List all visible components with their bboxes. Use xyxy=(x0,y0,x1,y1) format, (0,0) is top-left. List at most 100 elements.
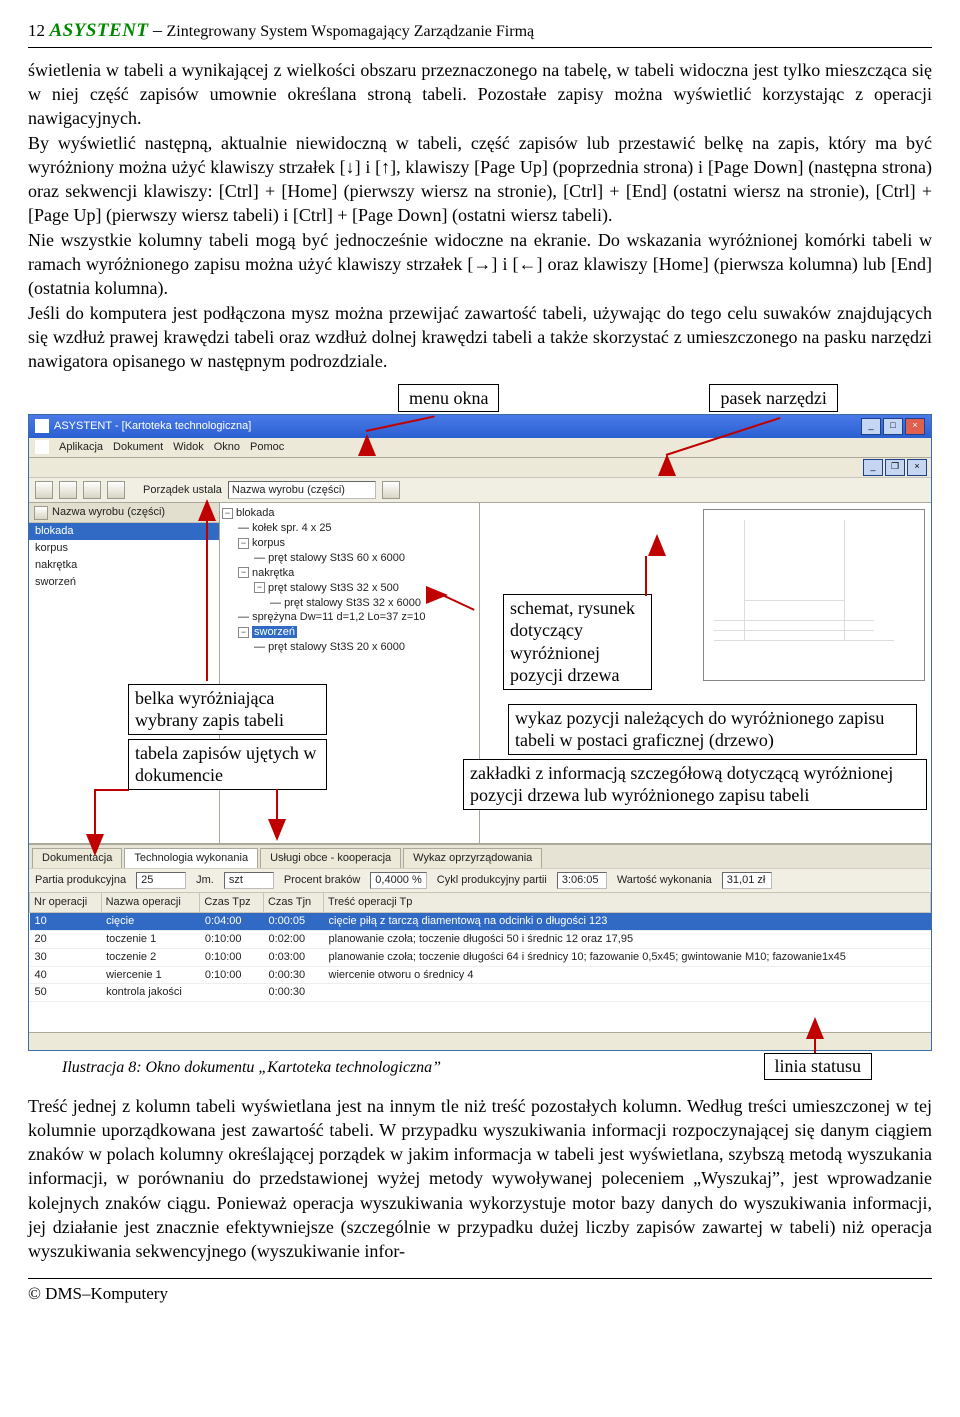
callout-schemat: schemat, rysunek dotyczący wyróżnionej p… xyxy=(503,594,652,690)
arrow-icon xyxy=(198,499,216,521)
unit-value[interactable]: szt xyxy=(224,872,274,889)
drawing-image xyxy=(704,510,924,680)
tree-item[interactable]: — pręt stalowy St3S 60 x 6000 xyxy=(254,551,477,566)
callout-menu: menu okna xyxy=(398,384,499,412)
table-row[interactable]: 30toczenie 20:10:000:03:00planowanie czo… xyxy=(30,948,931,966)
page-header: 12 ASYSTENT – Zintegrowany System Wspoma… xyxy=(28,18,932,48)
batch-value[interactable]: 25 xyxy=(136,872,186,889)
table-row[interactable]: 40wiercenie 10:10:000:00:30wiercenie otw… xyxy=(30,966,931,984)
left-pane: Nazwa wyrobu (części) blokada korpus nak… xyxy=(29,503,220,843)
tab-technologia[interactable]: Technologia wykonania xyxy=(124,848,258,868)
menu-bar[interactable]: Aplikacja Dokument Widok Okno Pomoc xyxy=(29,438,931,458)
menu-help[interactable]: Pomoc xyxy=(250,440,284,455)
title-bar[interactable]: ASYSTENT - [Kartoteka technologiczna] _ … xyxy=(29,415,931,438)
cycle-label: Cykl produkcyjny partii xyxy=(437,873,547,888)
nav-next-icon[interactable] xyxy=(83,481,101,499)
menu-app[interactable]: Aplikacja xyxy=(59,440,103,455)
menu-window[interactable]: Okno xyxy=(214,440,240,455)
col-tjn[interactable]: Czas Tjn xyxy=(263,893,323,913)
batch-label: Partia produkcyjna xyxy=(35,873,126,888)
mdi-button-bar: _ ❐ × xyxy=(29,458,931,478)
col-nazwa[interactable]: Nazwa operacji xyxy=(101,893,200,913)
nav-prev-icon[interactable] xyxy=(59,481,77,499)
tab-wykaz[interactable]: Wykaz oprzyrządowania xyxy=(403,848,542,868)
list-item[interactable]: korpus xyxy=(29,540,219,557)
col-tresc[interactable]: Treść operacji Tp xyxy=(324,893,931,913)
table-row[interactable]: 20toczenie 10:10:000:02:00planowanie czo… xyxy=(30,930,931,948)
cycle-value: 3:06:05 xyxy=(557,872,607,889)
tree-item[interactable]: −korpus xyxy=(238,536,477,551)
tree-item-selected[interactable]: −sworzeń xyxy=(238,625,477,640)
callout-wykaz: wykaz pozycji należących do wyróżnionego… xyxy=(508,704,917,755)
value-value: 31,01 zł xyxy=(722,872,772,889)
nav-first-icon[interactable] xyxy=(35,481,53,499)
callout-belka: belka wyróżniająca wybrany zapis tabeli xyxy=(128,684,327,735)
window-title: ASYSTENT - [Kartoteka technologiczna] xyxy=(54,419,251,434)
detail-row: Partia produkcyjna 25 Jm. szt Procent br… xyxy=(29,868,931,892)
list-item[interactable]: sworzeń xyxy=(29,574,219,591)
product-name: ASYSTENT xyxy=(50,20,149,41)
reject-value[interactable]: 0,4000 % xyxy=(370,872,426,889)
callout-toolbar: pasek narzędzi xyxy=(709,384,837,412)
col-tpz[interactable]: Czas Tpz xyxy=(200,893,264,913)
annotation-line xyxy=(94,789,129,791)
list-item[interactable]: nakrętka xyxy=(29,557,219,574)
unit-label: Jm. xyxy=(196,873,214,888)
list-item[interactable]: blokada xyxy=(29,523,219,540)
arrow-icon xyxy=(268,819,286,841)
order-field[interactable]: Nazwa wyrobu (części) xyxy=(228,481,376,500)
figure-caption: Ilustracja 8: Okno dokumentu „Kartoteka … xyxy=(62,1057,441,1079)
tree-pane[interactable]: −blokada — kołek spr. 4 x 25 −korpus — p… xyxy=(220,503,480,843)
tree-item[interactable]: — pręt stalowy St3S 20 x 6000 xyxy=(254,640,477,655)
drawing-preview xyxy=(703,509,925,681)
dropdown-icon[interactable] xyxy=(382,481,400,499)
menu-doc[interactable]: Dokument xyxy=(113,440,163,455)
arrow-icon xyxy=(658,454,676,476)
arrow-icon xyxy=(648,534,666,556)
screenshot: ASYSTENT - [Kartoteka technologiczna] _ … xyxy=(28,414,932,1051)
tree-item[interactable]: −nakrętka xyxy=(238,566,477,581)
close-button[interactable]: × xyxy=(905,418,925,435)
mdi-min[interactable]: _ xyxy=(863,459,883,476)
callout-tabela: tabela zapisów ujętych w dokumencie xyxy=(128,739,327,790)
toolbar: Porządek ustala Nazwa wyrobu (części) xyxy=(29,478,931,504)
arrow-icon xyxy=(358,434,376,456)
table-row[interactable]: 10cięcie0:04:000:00:05cięcie piłą z tarc… xyxy=(30,913,931,931)
dash: – xyxy=(153,20,162,40)
tree-item[interactable]: — sprężyna Dw=11 d=1,2 Lo=37 z=10 xyxy=(238,610,477,625)
table-row[interactable]: 50kontrola jakości0:00:30 xyxy=(30,984,931,1001)
callout-status: linia statusu xyxy=(764,1053,873,1079)
status-bar xyxy=(29,1032,931,1050)
body-paragraph-1: świetlenia w tabeli a wynikającej z wiel… xyxy=(28,58,932,374)
annotation-line xyxy=(94,789,96,834)
arrow-icon xyxy=(86,834,104,856)
mdi-restore[interactable]: ❐ xyxy=(885,459,905,476)
tab-uslugi[interactable]: Usługi obce - kooperacja xyxy=(260,848,401,868)
app-icon xyxy=(35,419,49,433)
doc-subtitle: Zintegrowany System Wspomagający Zarządz… xyxy=(167,23,535,40)
minimize-button[interactable]: _ xyxy=(861,418,881,435)
table-blank xyxy=(29,1001,931,1032)
page-number: 12 xyxy=(28,21,45,40)
detail-tabs: Dokumentacja Technologia wykonania Usług… xyxy=(29,844,931,868)
tree-item[interactable]: — kołek spr. 4 x 25 xyxy=(238,521,477,536)
top-callouts: menu okna pasek narzędzi xyxy=(28,384,932,412)
menu-view[interactable]: Widok xyxy=(173,440,204,455)
annotation-line xyxy=(645,556,647,596)
body-paragraph-2: Treść jednej z kolumn tabeli wyświetlana… xyxy=(28,1094,932,1264)
annotation-line xyxy=(276,789,278,819)
doc-icon xyxy=(35,440,49,454)
left-header-label: Nazwa wyrobu (części) xyxy=(52,505,165,520)
maximize-button[interactable]: □ xyxy=(883,418,903,435)
pin-icon[interactable] xyxy=(34,506,48,520)
tree-root[interactable]: −blokada xyxy=(222,506,477,521)
page-footer: © DMS–Komputery xyxy=(28,1278,932,1306)
value-label: Wartość wykonania xyxy=(617,873,712,888)
tab-dokumentacja[interactable]: Dokumentacja xyxy=(32,848,122,868)
operations-table[interactable]: Nr operacji Nazwa operacji Czas Tpz Czas… xyxy=(29,892,931,1001)
nav-last-icon[interactable] xyxy=(107,481,125,499)
annotation-line xyxy=(206,521,208,681)
col-nr[interactable]: Nr operacji xyxy=(30,893,102,913)
callout-zakladki: zakładki z informacją szczegółową dotycz… xyxy=(463,759,927,810)
mdi-close[interactable]: × xyxy=(907,459,927,476)
